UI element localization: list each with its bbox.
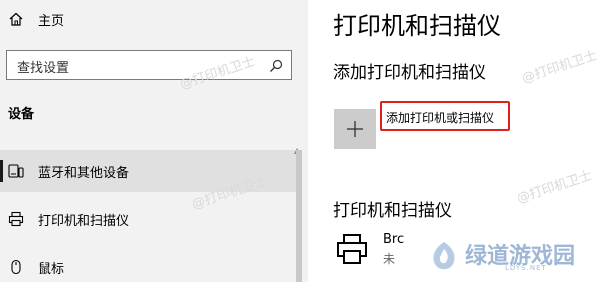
printer-name: Brc <box>383 232 405 247</box>
home-icon <box>9 12 23 26</box>
printer-icon <box>337 234 367 264</box>
add-section-title: 添加打印机和扫描仪 <box>333 63 486 83</box>
add-printer-button[interactable] <box>334 109 376 149</box>
search-icon[interactable] <box>269 59 283 73</box>
sidebar-scrollbar[interactable] <box>296 150 302 282</box>
plus-icon <box>347 121 363 137</box>
printer-icon <box>8 211 24 227</box>
bluetooth-devices-icon <box>8 164 24 178</box>
sidebar-home-label: 主页 <box>38 14 65 29</box>
add-printer-link[interactable]: 添加打印机或扫描仪 <box>386 109 494 126</box>
section-title-devices: 设备 <box>8 107 35 122</box>
logo-subtext: LDYS.NET <box>505 264 547 272</box>
sidebar-item-label: 鼠标 <box>38 262 65 277</box>
logo-icon <box>433 242 455 270</box>
page-title: 打印机和扫描仪 <box>333 12 501 40</box>
active-indicator <box>0 160 3 182</box>
mouse-icon <box>11 259 21 275</box>
printers-section-title: 打印机和扫描仪 <box>333 201 452 221</box>
sidebar-item-label: 蓝牙和其他设备 <box>38 166 130 181</box>
watermark-text: @打印机卫士 <box>515 168 595 207</box>
printer-status: 未 <box>383 252 396 266</box>
sidebar: 主页 查找设置 设备 蓝牙和其他设备 打印机和扫描仪 鼠标 ▲ <box>0 0 308 282</box>
sidebar-item-printers[interactable]: 打印机和扫描仪 <box>0 198 300 240</box>
logo-watermark: 绿道游戏园 LDYS.NET <box>425 236 600 282</box>
sidebar-item-label: 打印机和扫描仪 <box>38 214 130 229</box>
watermark-text: @打印机卫士 <box>520 48 600 87</box>
sidebar-home[interactable]: 主页 <box>0 0 308 38</box>
search-placeholder: 查找设置 <box>17 61 70 76</box>
